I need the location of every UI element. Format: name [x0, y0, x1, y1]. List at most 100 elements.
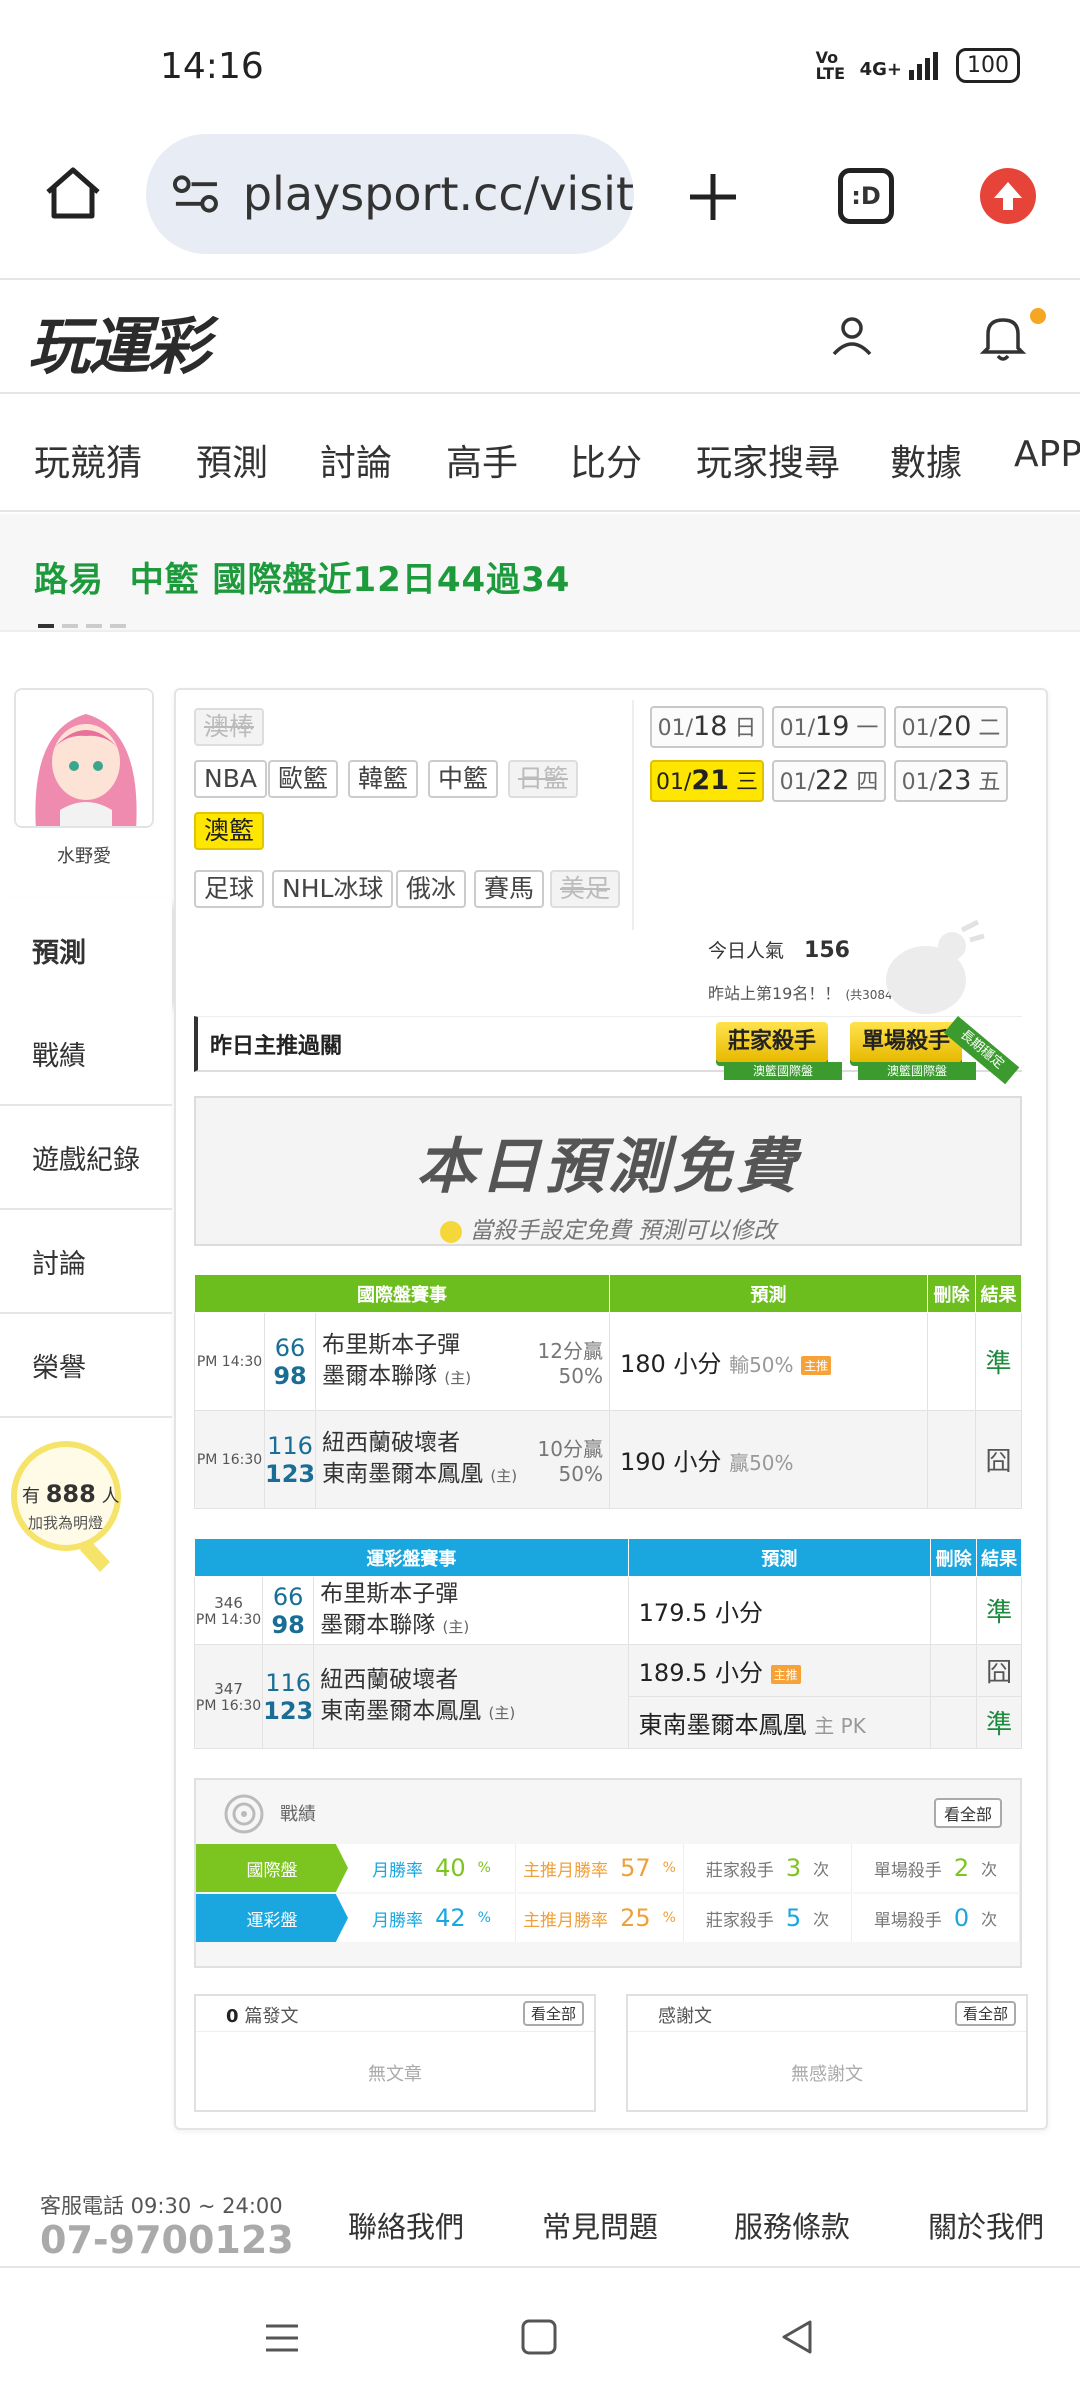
record-row-intl: 國際盤 月勝率 40% 主推月勝率 57% 莊家殺手 3 次 單場殺手 2 次 — [196, 1844, 1020, 1892]
sidebar-item-forum[interactable]: 討論 — [0, 1210, 172, 1314]
date-button[interactable]: 01/18 日 — [650, 706, 764, 748]
team-numbers: 66 98 — [263, 1312, 317, 1411]
date-button[interactable]: 01/23 五 — [894, 760, 1008, 802]
record-title: 戰績 — [280, 1804, 316, 1825]
league-tag[interactable]: 中籃 — [428, 760, 499, 798]
league-tag-selected[interactable]: 澳籃 — [194, 812, 265, 850]
single-killer-count: 單場殺手 0 次 — [852, 1894, 1020, 1942]
sidebar-item-game-log[interactable]: 遊戲紀錄 — [0, 1106, 172, 1210]
browser-toolbar: playsport.cc/visit :D — [0, 130, 1080, 280]
game-time: 346 PM 14:30 — [193, 1576, 264, 1645]
home-nav-icon[interactable] — [518, 2316, 560, 2358]
single-killer-count: 單場殺手 2 次 — [852, 1844, 1020, 1892]
fans-count: 有 888 人 — [22, 1480, 120, 1508]
address-bar[interactable]: playsport.cc/visit — [146, 134, 634, 254]
badge-sub: 澳籃國際盤 — [724, 1062, 842, 1080]
status-bar: 14:16 Vo LTE 4G+ 100 — [0, 0, 1080, 130]
user-icon[interactable] — [828, 312, 876, 360]
main-pick-winrate: 主推月勝率 57% — [516, 1844, 684, 1892]
nav-item-data[interactable]: 數據 — [890, 434, 962, 486]
league-tag[interactable]: 澳棒 — [194, 708, 265, 746]
team-names: 布里斯本子彈 墨爾本聯隊 (主) — [315, 1312, 530, 1411]
update-icon[interactable] — [980, 168, 1036, 224]
league-tag[interactable]: 美足 — [550, 870, 621, 908]
footer-link-about[interactable]: 關於我們 — [928, 2204, 1044, 2246]
result-badge: 囧 — [975, 1410, 1022, 1509]
bell-icon[interactable] — [978, 310, 1028, 364]
site-logo[interactable]: 玩運彩 — [28, 296, 210, 386]
sidebar-item-predict[interactable]: 預測 — [0, 898, 172, 1002]
avatar[interactable] — [14, 688, 154, 828]
prediction: 180 小分 輸50% 主推 — [609, 1312, 928, 1411]
table-row: 347 PM 16:30 116 123 紐西蘭破壞者 東南墨爾本鳳凰 (主) 189… — [193, 1644, 1022, 1749]
nav-item-player-search[interactable]: 玩家搜尋 — [696, 434, 840, 486]
league-tag[interactable]: 歐籃 — [268, 760, 339, 798]
notification-dot — [1030, 308, 1046, 324]
nav-item-predict[interactable]: 預測 — [196, 434, 268, 486]
volte-indicator: Vo LTE — [815, 47, 845, 83]
column-header: 結果 — [976, 1538, 1022, 1577]
record-view-all-button[interactable]: 看全部 — [933, 1798, 1002, 1828]
thanks-box: 感謝文 看全部 無感謝文 — [626, 1994, 1028, 2112]
prediction: 東南墨爾本鳳凰 主 PK — [627, 1696, 932, 1749]
nav-item-forum[interactable]: 討論 — [320, 434, 392, 486]
fans-bulb[interactable]: 有 888 人 加我為明燈 — [10, 1440, 121, 1572]
footer-link-faq[interactable]: 常見問題 — [542, 2204, 658, 2246]
result-badge: 準 — [976, 1576, 1022, 1645]
game-time: PM 16:30 — [194, 1410, 265, 1509]
handicap: 12分贏50% — [529, 1312, 610, 1411]
record-section: 戰績 看全部 國際盤 月勝率 40% 主推月勝率 57% 莊家殺手 3 次 單場殺手 2 次… — [194, 1778, 1022, 1968]
home-icon[interactable] — [42, 162, 104, 224]
team-names: 紐西蘭破壞者 東南墨爾本鳳凰 (主) — [315, 1410, 530, 1509]
sidebar-item-honor[interactable]: 榮譽 — [0, 1314, 172, 1418]
tab-switcher-icon[interactable]: :D — [838, 168, 894, 224]
news-ticker[interactable]: 路易 中籃 國際盤近12日44過34 — [0, 514, 1080, 632]
site-header: 玩運彩 — [0, 282, 1080, 394]
prediction-panel: 澳棒 NBA 歐籃 韓籃 中籃 日籃 澳籃 足球 NHL冰球 俄冰 賽馬 美足 … — [174, 688, 1048, 2130]
thanks-view-all-button[interactable]: 看全部 — [954, 2001, 1016, 2026]
site-settings-icon[interactable] — [172, 174, 221, 214]
league-tag[interactable]: 韓籃 — [348, 760, 419, 798]
free-banner: 本日預測免費 當殺手設定免費 預測可以修改 — [194, 1096, 1022, 1246]
mascot-watermark-icon — [886, 920, 985, 1014]
prediction: 189.5 小分 主推 — [627, 1644, 932, 1697]
back-icon[interactable] — [776, 2316, 818, 2358]
date-button-selected[interactable]: 01/21 三 — [650, 760, 764, 802]
main-pick-winrate: 主推月勝率 25% — [516, 1894, 684, 1942]
ticker-text: 路易 中籃 國際盤近12日44過34 — [34, 552, 570, 601]
service-hours: 客服電話 09:30 ~ 24:00 — [40, 2194, 283, 2218]
nav-item-scores[interactable]: 比分 — [570, 434, 642, 486]
main-nav: 玩競猜 預測 討論 高手 比分 玩家搜尋 數據 APP — [0, 396, 1080, 512]
league-tag[interactable]: NBA — [194, 760, 267, 798]
league-tag[interactable]: 賽馬 — [474, 870, 545, 908]
column-header: 運彩盤賽事 — [194, 1538, 629, 1577]
service-phone[interactable]: 07-9700123 — [40, 2218, 294, 2262]
posts-empty: 無文章 — [368, 2064, 422, 2085]
posts-view-all-button[interactable]: 看全部 — [522, 2001, 584, 2026]
nav-item-experts[interactable]: 高手 — [446, 434, 518, 486]
date-button[interactable]: 01/19 一 — [772, 706, 886, 748]
league-tag[interactable]: 日籃 — [508, 760, 579, 798]
league-tag[interactable]: 俄冰 — [396, 870, 467, 908]
new-tab-icon[interactable] — [686, 170, 740, 224]
thanks-empty: 無感謝文 — [791, 2064, 863, 2085]
system-nav-bar — [0, 2270, 1080, 2400]
follow-label: 加我為明燈 — [28, 1514, 104, 1532]
column-header: 刪除 — [930, 1538, 978, 1577]
team-names: 布里斯本子彈 墨爾本聯隊 (主) — [313, 1576, 629, 1645]
league-tag[interactable]: 足球 — [194, 870, 265, 908]
footer-link-terms[interactable]: 服務條款 — [734, 2204, 850, 2246]
logo-text: 玩運彩 — [28, 310, 210, 383]
footer-link-contact[interactable]: 聯絡我們 — [348, 2204, 464, 2246]
team-numbers: 116 123 — [262, 1644, 315, 1749]
table-row: 346 PM 14:30 66 98 布里斯本子彈 墨爾本聯隊 (主) 179.5 小… — [193, 1576, 1022, 1645]
league-tag[interactable]: NHL冰球 — [272, 870, 394, 908]
menu-icon[interactable] — [262, 2318, 302, 2358]
prediction: 179.5 小分 — [627, 1576, 932, 1645]
nav-item-app[interactable]: APP — [1014, 434, 1080, 475]
date-button[interactable]: 01/22 四 — [772, 760, 886, 802]
sidebar-item-record[interactable]: 戰績 — [0, 1002, 172, 1106]
nav-item-guess[interactable]: 玩競猜 — [34, 434, 142, 486]
date-button[interactable]: 01/20 二 — [894, 706, 1008, 748]
column-header: 國際盤賽事 — [194, 1274, 610, 1313]
